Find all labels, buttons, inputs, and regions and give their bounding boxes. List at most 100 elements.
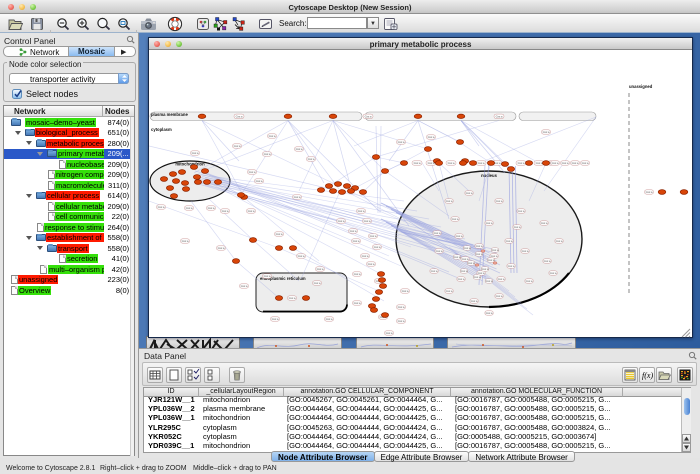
svg-text:Gxx:a: Gxx:a bbox=[431, 269, 438, 273]
svg-text:Gxx:a: Gxx:a bbox=[536, 161, 543, 165]
svg-text:Gxx:a: Gxx:a bbox=[236, 114, 243, 118]
svg-text:Gxx:a: Gxx:a bbox=[308, 157, 315, 161]
svg-text:Gxx:a: Gxx:a bbox=[402, 289, 409, 293]
svg-text:Gxx:a: Gxx:a bbox=[476, 252, 483, 256]
svg-text:Gxx:a: Gxx:a bbox=[461, 269, 468, 273]
svg-text:unassigned: unassigned bbox=[629, 84, 653, 89]
svg-text:Gxx:a: Gxx:a bbox=[272, 317, 279, 321]
svg-text:Gxx:a: Gxx:a bbox=[518, 161, 525, 165]
svg-text:Gxx:a: Gxx:a bbox=[218, 246, 225, 250]
svg-text:Gxx:a: Gxx:a bbox=[192, 151, 199, 155]
svg-text:Gxx:a: Gxx:a bbox=[468, 261, 475, 265]
svg-text:Gxx:a: Gxx:a bbox=[454, 255, 461, 259]
svg-text:Gxx:a: Gxx:a bbox=[458, 277, 465, 281]
svg-text:Gxx:a: Gxx:a bbox=[462, 257, 469, 261]
svg-text:Gxx:a: Gxx:a bbox=[582, 161, 589, 165]
svg-text:Gxx:a: Gxx:a bbox=[476, 244, 483, 248]
svg-text:Gxx:a: Gxx:a bbox=[526, 279, 533, 283]
svg-text:plasma membrane: plasma membrane bbox=[151, 112, 188, 117]
svg-text:Gxx:a: Gxx:a bbox=[448, 161, 455, 165]
svg-text:Gxx:a: Gxx:a bbox=[264, 274, 271, 278]
svg-text:Gxx:a: Gxx:a bbox=[543, 130, 550, 134]
svg-text:Gxx:a: Gxx:a bbox=[482, 267, 489, 271]
svg-text:Gxx:a: Gxx:a bbox=[398, 140, 405, 144]
svg-text:Gxx:a: Gxx:a bbox=[317, 267, 324, 271]
svg-text:Gxx:a: Gxx:a bbox=[474, 275, 481, 279]
svg-text:Gxx:a: Gxx:a bbox=[294, 195, 301, 199]
svg-text:mitochondrion: mitochondrion bbox=[175, 162, 205, 167]
svg-text:cytoplasm: cytoplasm bbox=[151, 127, 172, 132]
svg-text:Gxx:a: Gxx:a bbox=[464, 246, 471, 250]
svg-text:Gxx:a: Gxx:a bbox=[353, 239, 360, 243]
svg-text:Gxx:a: Gxx:a bbox=[428, 135, 435, 139]
svg-text:Gxx:a: Gxx:a bbox=[488, 258, 495, 262]
svg-text:Gxx:a: Gxx:a bbox=[269, 134, 276, 138]
svg-text:Gxx:a: Gxx:a bbox=[256, 179, 263, 183]
svg-text:Gxx:a: Gxx:a bbox=[498, 277, 505, 281]
svg-text:Gxx:a: Gxx:a bbox=[491, 254, 498, 258]
svg-text:Gxx:a: Gxx:a bbox=[522, 249, 529, 253]
svg-text:Gxx:a: Gxx:a bbox=[158, 205, 165, 209]
svg-text:Gxx:a: Gxx:a bbox=[466, 191, 473, 195]
svg-text:Gxx:a: Gxx:a bbox=[398, 319, 405, 323]
svg-text:Gxx:a: Gxx:a bbox=[354, 272, 361, 276]
svg-text:Gxx:a: Gxx:a bbox=[452, 217, 459, 221]
svg-text:Gxx:a: Gxx:a bbox=[508, 264, 515, 268]
svg-text:Gxx:a: Gxx:a bbox=[264, 152, 271, 156]
svg-text:Gxx:a: Gxx:a bbox=[370, 234, 377, 238]
svg-text:Gxx:a: Gxx:a bbox=[314, 281, 321, 285]
svg-text:Gxx:a: Gxx:a bbox=[414, 161, 421, 165]
svg-text:Gxx:a: Gxx:a bbox=[471, 299, 478, 303]
svg-text:Gxx:a: Gxx:a bbox=[552, 161, 559, 165]
svg-text:Gxx:a: Gxx:a bbox=[646, 190, 653, 194]
svg-text:Gxx:a: Gxx:a bbox=[362, 254, 369, 258]
svg-text:Gxx:a: Gxx:a bbox=[364, 219, 371, 223]
svg-text:Gxx:a: Gxx:a bbox=[386, 331, 393, 335]
svg-text:Gxx:a: Gxx:a bbox=[478, 161, 485, 165]
svg-text:Gxx:a: Gxx:a bbox=[478, 271, 485, 275]
svg-text:Gxx:a: Gxx:a bbox=[572, 161, 579, 165]
svg-text:Gxx:a: Gxx:a bbox=[248, 209, 255, 213]
svg-text:Gxx:a: Gxx:a bbox=[544, 259, 551, 263]
svg-text:Gxx:a: Gxx:a bbox=[208, 206, 215, 210]
svg-text:Gxx:a: Gxx:a bbox=[249, 170, 256, 174]
svg-text:Gxx:a: Gxx:a bbox=[368, 262, 375, 266]
svg-text:Gxx:a: Gxx:a bbox=[446, 199, 453, 203]
svg-text:Gxx:a: Gxx:a bbox=[492, 248, 499, 252]
svg-text:Gxx:a: Gxx:a bbox=[486, 221, 493, 225]
svg-text:Gxx:a: Gxx:a bbox=[289, 296, 296, 300]
svg-text:Gxx:a: Gxx:a bbox=[496, 114, 503, 118]
svg-text:Gxx:a: Gxx:a bbox=[241, 284, 248, 288]
svg-text:Gxx:a: Gxx:a bbox=[514, 225, 521, 229]
svg-text:Gxx:a: Gxx:a bbox=[456, 234, 463, 238]
svg-text:Gxx:a: Gxx:a bbox=[496, 294, 503, 298]
svg-text:Gxx:a: Gxx:a bbox=[186, 206, 193, 210]
svg-text:Gxx:a: Gxx:a bbox=[298, 254, 305, 258]
svg-text:Gxx:a: Gxx:a bbox=[436, 249, 443, 253]
svg-text:Gxx:a: Gxx:a bbox=[486, 311, 493, 315]
svg-text:Gxx:a: Gxx:a bbox=[350, 229, 357, 233]
svg-text:Gxx:a: Gxx:a bbox=[541, 221, 548, 225]
svg-text:Gxx:a: Gxx:a bbox=[338, 219, 345, 223]
svg-text:Gxx:a: Gxx:a bbox=[496, 199, 503, 203]
svg-text:Gxx:a: Gxx:a bbox=[398, 305, 405, 309]
svg-text:Gxx:a: Gxx:a bbox=[354, 301, 361, 305]
svg-text:Gxx:a: Gxx:a bbox=[518, 209, 525, 213]
svg-text:Gxx:a: Gxx:a bbox=[550, 271, 557, 275]
svg-text:Gxx:a: Gxx:a bbox=[358, 209, 365, 213]
svg-text:Gxx:a: Gxx:a bbox=[556, 239, 563, 243]
svg-text:Gxx:a: Gxx:a bbox=[365, 114, 372, 118]
svg-text:Gxx:a: Gxx:a bbox=[562, 161, 569, 165]
svg-text:nucleus: nucleus bbox=[481, 173, 497, 178]
svg-text:Gxx:a: Gxx:a bbox=[222, 209, 229, 213]
svg-text:f(x): f(x) bbox=[642, 371, 653, 380]
svg-text:Gxx:a: Gxx:a bbox=[434, 231, 441, 235]
svg-text:Gxx:a: Gxx:a bbox=[296, 147, 303, 151]
svg-text:Gxx:a: Gxx:a bbox=[374, 245, 381, 249]
svg-text:Gxx:a: Gxx:a bbox=[446, 289, 453, 293]
svg-text:Gxx:a: Gxx:a bbox=[276, 232, 283, 236]
svg-text:Gxx:a: Gxx:a bbox=[234, 144, 241, 148]
svg-text:Gxx:a: Gxx:a bbox=[182, 239, 189, 243]
svg-text:Gxx:a: Gxx:a bbox=[326, 317, 333, 321]
svg-text:Gxx:a: Gxx:a bbox=[486, 279, 493, 283]
